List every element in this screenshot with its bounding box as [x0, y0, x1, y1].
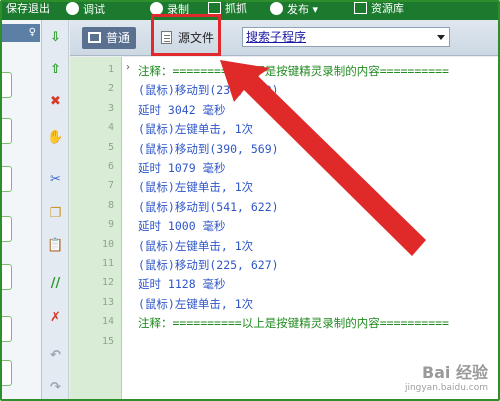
- tab-normal[interactable]: 普通: [82, 27, 137, 49]
- line-number: 6: [107, 161, 114, 172]
- chevron-down-icon: [437, 35, 445, 40]
- arrow-up-icon[interactable]: ⇧: [46, 60, 65, 79]
- annotation-highlight-box: [151, 14, 221, 56]
- hand-icon[interactable]: ✋: [46, 128, 65, 147]
- watermark: Bai 经验 jingyan.baidu.com: [405, 359, 488, 393]
- code-line[interactable]: 延时 1000 毫秒: [138, 218, 226, 234]
- line-number: 11: [101, 258, 114, 269]
- toolbar-item-1-label: 调试: [83, 3, 105, 16]
- code-line[interactable]: (鼠标)移动到(390, 569): [138, 141, 279, 157]
- line-number: 8: [107, 199, 114, 211]
- line-number: 4: [107, 122, 114, 134]
- line-number: 5: [107, 141, 114, 153]
- watermark-logo: Bai 经验: [421, 363, 488, 382]
- code-line[interactable]: (鼠标)左键单击, 1次: [138, 121, 253, 137]
- undo-icon[interactable]: ↶: [46, 346, 65, 365]
- dropdown-value: 搜索子程序: [246, 30, 307, 44]
- code-line[interactable]: (鼠标)左键单击, 1次: [138, 179, 253, 195]
- line-number: 2: [107, 83, 114, 95]
- publish-icon: [270, 2, 283, 15]
- save-exit-button[interactable]: 保存退出: [6, 2, 50, 20]
- code-line[interactable]: (鼠标)移动到(225, 627): [138, 257, 279, 273]
- code-line[interactable]: (鼠标)移动到(541, 622): [138, 199, 279, 215]
- left-panel-tab[interactable]: [2, 72, 12, 98]
- left-panel-tab[interactable]: [2, 166, 12, 192]
- toolbar-item-5-label: 资源库: [371, 2, 404, 15]
- fold-marker-icon[interactable]: ›: [126, 62, 130, 73]
- code-line[interactable]: 延时 1079 毫秒: [138, 160, 226, 176]
- tab-normal-label: 普通: [106, 31, 131, 45]
- left-panel-tab[interactable]: [2, 216, 12, 242]
- watermark-url: jingyan.baidu.com: [404, 383, 488, 393]
- cut-icon[interactable]: ✂: [46, 170, 65, 189]
- toolbar-item-4-label: 发布: [287, 3, 309, 16]
- subroutine-search-dropdown[interactable]: 搜索子程序: [242, 27, 450, 47]
- toolbar-item-3-label: 抓抓: [225, 2, 247, 15]
- code-line[interactable]: 延时 3042 毫秒: [138, 102, 226, 118]
- monitor-icon: [88, 32, 101, 43]
- comment-icon[interactable]: //: [46, 274, 65, 293]
- arrow-down-icon[interactable]: ⇩: [46, 28, 65, 47]
- redo-icon[interactable]: ↷: [46, 378, 65, 397]
- left-panel: ♀: [2, 20, 42, 399]
- left-panel-tab[interactable]: [2, 118, 12, 144]
- app-window: 保存退出 调试 录制 抓抓 发布 ▾ 资源库 ♀ ⇩ ⇧ ✖ ✋ ✂ ❐ 📋 // ✗ ↶ ↷: [0, 0, 500, 401]
- line-number: 13: [101, 296, 114, 308]
- code-line[interactable]: 注释：==========以上是按键精灵录制的内容==========: [138, 315, 449, 331]
- main-toolbar: 保存退出 调试 录制 抓抓 发布 ▾ 资源库: [2, 2, 498, 20]
- delete-icon[interactable]: ✖: [46, 92, 65, 111]
- debug-button[interactable]: 调试: [66, 2, 105, 20]
- code-line[interactable]: (鼠标)左键单击, 1次: [138, 238, 253, 254]
- line-number: 14: [101, 316, 114, 328]
- line-number: 15: [101, 335, 114, 347]
- left-panel-tab[interactable]: [2, 316, 12, 342]
- copy-icon[interactable]: ❐: [46, 204, 65, 223]
- left-panel-tab[interactable]: [2, 264, 12, 290]
- paste-icon[interactable]: 📋: [46, 236, 65, 255]
- toolbar-item-0-label: 保存退出: [6, 2, 50, 15]
- pin-icon[interactable]: ♀: [2, 24, 40, 42]
- line-number: 10: [101, 238, 114, 250]
- edit-tool-column: ⇩ ⇧ ✖ ✋ ✂ ❐ 📋 // ✗ ↶ ↷: [42, 20, 69, 399]
- line-number: 12: [101, 277, 114, 289]
- code-line[interactable]: 注释：==========以下是按键精灵录制的内容==========: [138, 63, 449, 79]
- uncomment-icon[interactable]: ✗: [46, 308, 65, 327]
- resource-library-button[interactable]: 资源库: [354, 2, 404, 20]
- left-panel-tab[interactable]: [2, 360, 12, 386]
- code-line[interactable]: (鼠标)移动到(234, 559): [138, 82, 279, 98]
- publish-button[interactable]: 发布 ▾: [270, 2, 318, 20]
- code-line[interactable]: 延时 1128 毫秒: [138, 276, 226, 292]
- line-number: 7: [107, 180, 114, 192]
- code-editor[interactable]: › 1 注释：==========以下是按键精灵录制的内容========== 2 (…: [70, 57, 498, 399]
- line-number: 1: [107, 64, 114, 75]
- line-number: 3: [107, 102, 114, 114]
- code-line[interactable]: (鼠标)左键单击, 1次: [138, 296, 253, 312]
- grab-icon: [208, 2, 221, 14]
- line-number: 9: [107, 219, 114, 231]
- chevron-down-icon: ▾: [309, 3, 319, 16]
- resource-library-icon: [354, 2, 367, 14]
- debug-icon: [66, 2, 79, 15]
